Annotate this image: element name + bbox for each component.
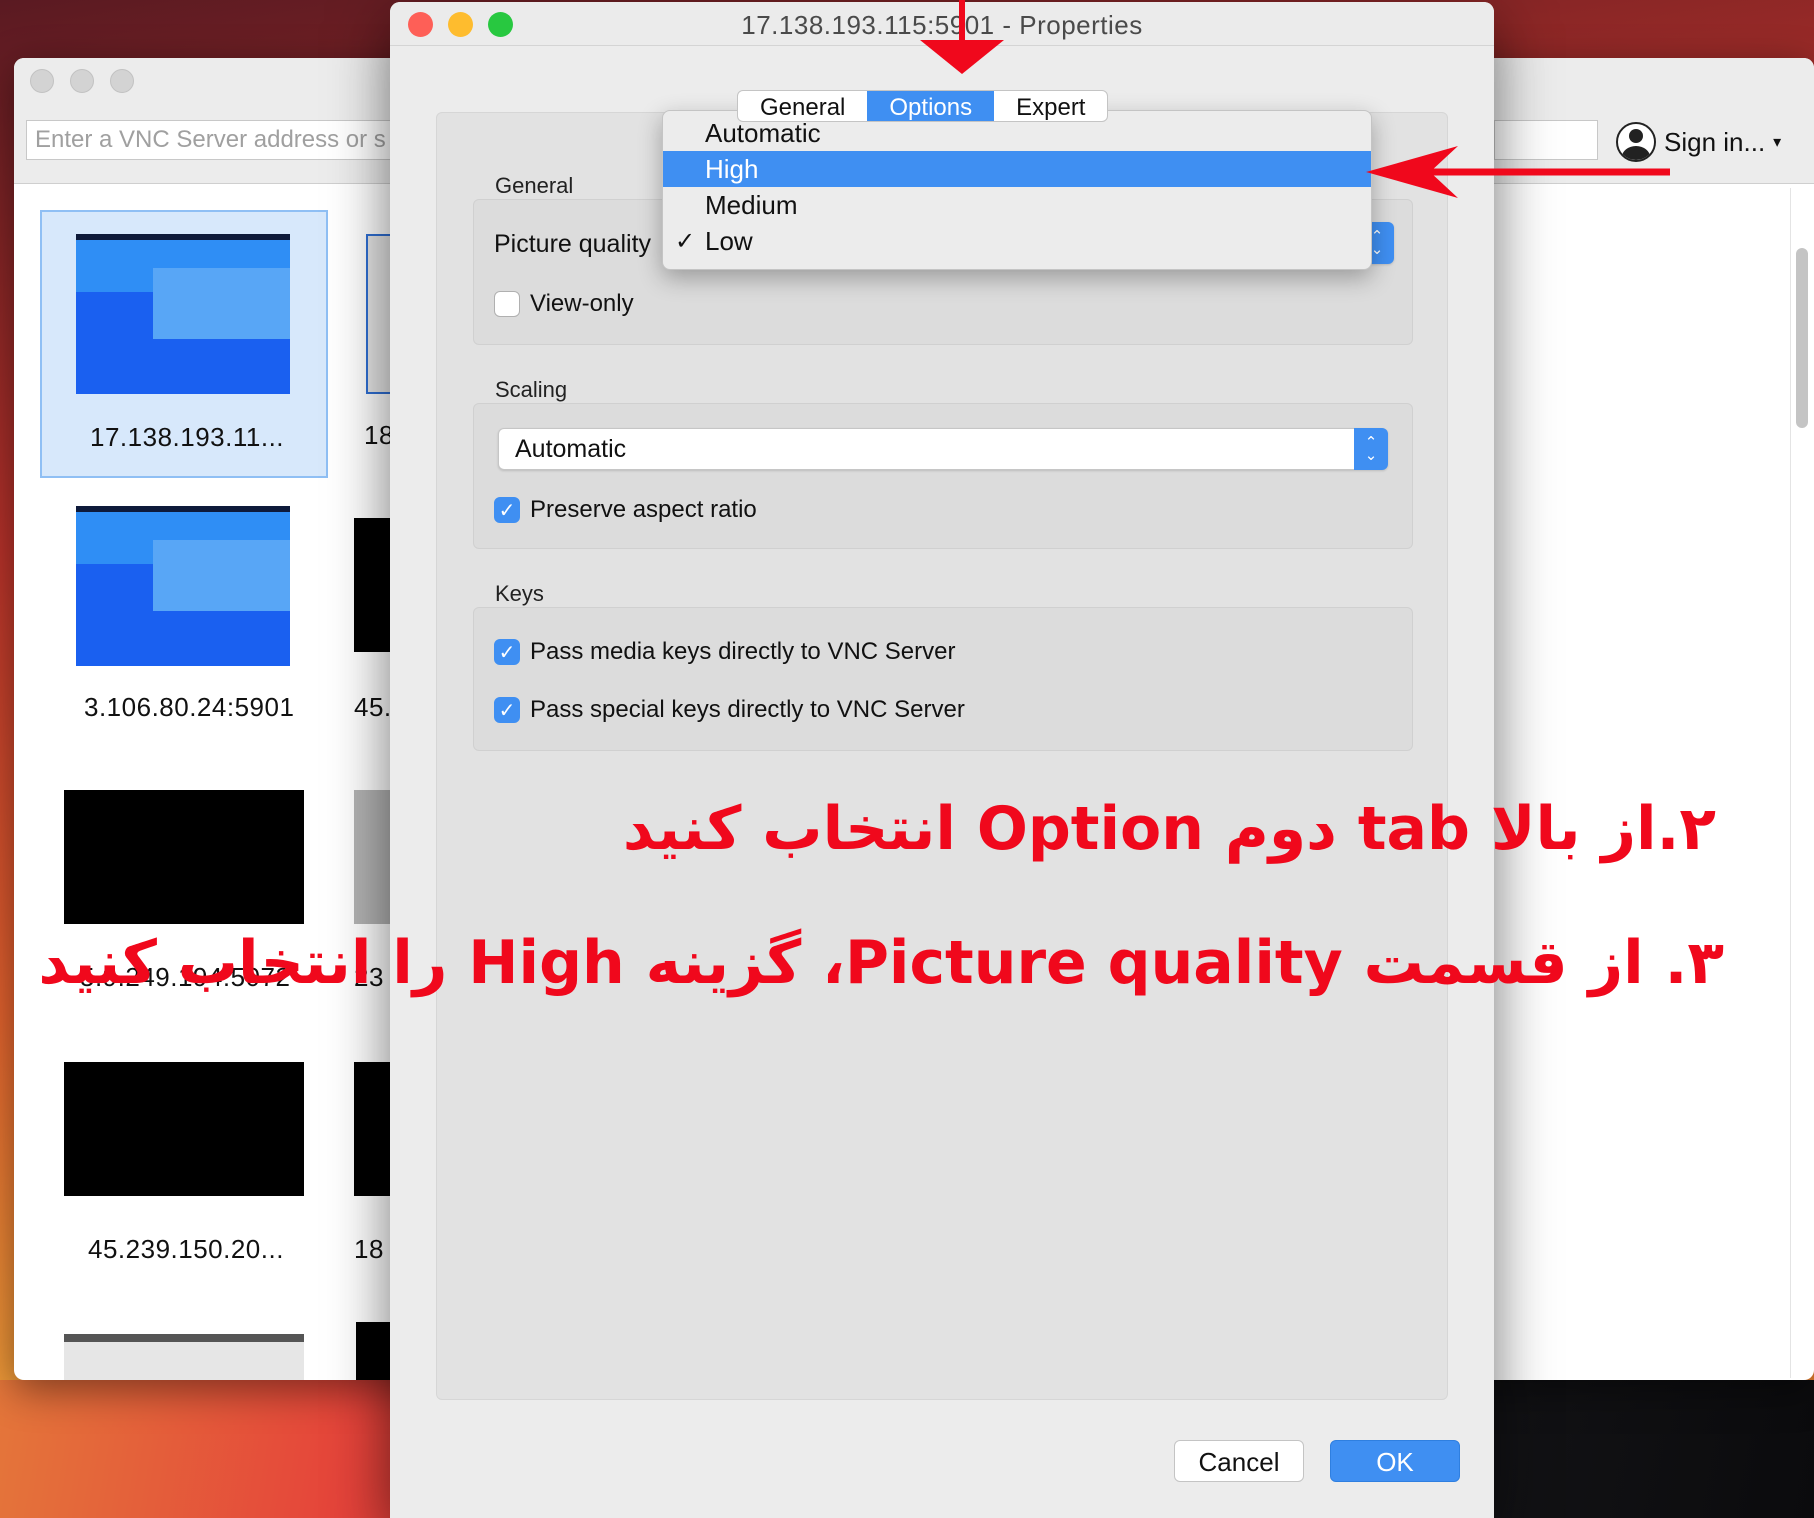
server-thumbnail	[354, 1062, 390, 1196]
section-label-scaling: Scaling	[495, 377, 568, 402]
server-thumbnail	[64, 1334, 304, 1380]
view-only-label: View-only	[530, 290, 634, 317]
server-tile-label: 45.	[354, 692, 392, 722]
server-tile[interactable]: 45.239.150.20...	[40, 1028, 328, 1296]
media-keys-checkbox[interactable]: ✓	[494, 639, 520, 665]
media-keys-checkbox-row[interactable]: ✓ Pass media keys directly to VNC Server	[494, 638, 955, 666]
keys-group: ✓ Pass media keys directly to VNC Server…	[473, 607, 1413, 751]
server-thumbnail	[354, 518, 390, 652]
server-thumbnail	[356, 1322, 390, 1380]
dialog-titlebar: 17.138.193.115:5901 - Properties	[390, 2, 1494, 46]
options-panel: General Picture quality ⌃ ⌄ View-only Sca…	[436, 112, 1448, 1400]
server-thumbnail	[76, 234, 290, 394]
scaling-group: Automatic ⌃ ⌄ ✓ Preserve aspect ratio	[473, 403, 1413, 549]
user-avatar-icon	[1616, 122, 1656, 162]
server-tile-label: 18	[354, 1234, 384, 1264]
special-keys-checkbox[interactable]: ✓	[494, 697, 520, 723]
ok-button[interactable]: OK	[1330, 1440, 1460, 1482]
server-tile-label: 3.106.80.24:5901	[84, 692, 295, 722]
up-down-arrows-icon: ⌃ ⌄	[1354, 428, 1388, 470]
section-label-general: General	[495, 173, 574, 198]
special-keys-checkbox-row[interactable]: ✓ Pass special keys directly to VNC Serv…	[494, 696, 965, 724]
instruction-step-2: ۲.از بالا tab دوم Option انتخاب کنید	[622, 794, 1716, 864]
server-address-input[interactable]: Enter a VNC Server address or s	[26, 120, 426, 160]
menu-item-medium[interactable]: Medium	[663, 187, 1371, 223]
preserve-aspect-checkbox[interactable]: ✓	[494, 497, 520, 523]
viewer-minimize-button[interactable]	[70, 69, 94, 93]
menu-item-label: Medium	[705, 190, 798, 220]
view-only-checkbox[interactable]	[494, 291, 520, 317]
server-tile[interactable]	[40, 1298, 328, 1380]
server-thumbnail	[354, 790, 390, 924]
server-thumbnail	[76, 506, 290, 666]
scaling-select[interactable]: Automatic ⌃ ⌄	[498, 428, 1388, 470]
tab-options[interactable]: Options	[867, 91, 995, 121]
menu-item-low[interactable]: ✓ Low	[663, 223, 1371, 259]
server-tile[interactable]: 3.106.80.24:5901	[40, 488, 328, 756]
viewer-close-button[interactable]	[30, 69, 54, 93]
sign-in-label: Sign in...	[1664, 126, 1766, 157]
server-tile[interactable]: 17.138.193.11...	[40, 210, 328, 478]
menu-item-high[interactable]: High	[663, 151, 1371, 187]
viewer-scrollbar[interactable]	[1790, 188, 1810, 1378]
server-address-input-end[interactable]	[1494, 120, 1598, 160]
server-tile-label: 17.138.193.11...	[90, 422, 285, 452]
section-label-keys: Keys	[495, 581, 544, 606]
tab-expert[interactable]: Expert	[994, 91, 1107, 121]
menu-item-label: Automatic	[705, 118, 821, 148]
instruction-step-3: ۳. از قسمت Picture quality، گزینه High ر…	[38, 928, 1724, 998]
scrollbar-thumb[interactable]	[1796, 248, 1808, 428]
sign-in-button[interactable]: Sign in... ▾	[1616, 120, 1781, 164]
checkmark-icon: ✓	[675, 227, 696, 255]
tab-general[interactable]: General	[738, 91, 867, 121]
picture-quality-label: Picture quality	[494, 230, 652, 258]
tab-bar: General Options Expert	[737, 90, 1109, 122]
server-thumbnail	[64, 1062, 304, 1196]
chevron-down-icon: ▾	[1773, 134, 1782, 151]
preserve-aspect-label: Preserve aspect ratio	[530, 496, 757, 523]
dialog-title: 17.138.193.115:5901 - Properties	[741, 10, 1143, 40]
cancel-button[interactable]: Cancel	[1174, 1440, 1304, 1482]
menu-item-label: High	[705, 154, 759, 184]
menu-item-label: Low	[705, 226, 753, 256]
special-keys-label: Pass special keys directly to VNC Server	[530, 696, 965, 723]
viewer-zoom-button[interactable]	[110, 69, 134, 93]
picture-quality-menu: Automatic High Medium ✓ Low	[662, 110, 1372, 270]
scaling-value: Automatic	[515, 435, 627, 463]
view-only-checkbox-row[interactable]: View-only	[494, 290, 634, 318]
server-thumbnail	[64, 790, 304, 924]
media-keys-label: Pass media keys directly to VNC Server	[530, 638, 956, 665]
server-tile-label: 45.239.150.20...	[88, 1234, 284, 1264]
preserve-aspect-checkbox-row[interactable]: ✓ Preserve aspect ratio	[494, 496, 757, 524]
